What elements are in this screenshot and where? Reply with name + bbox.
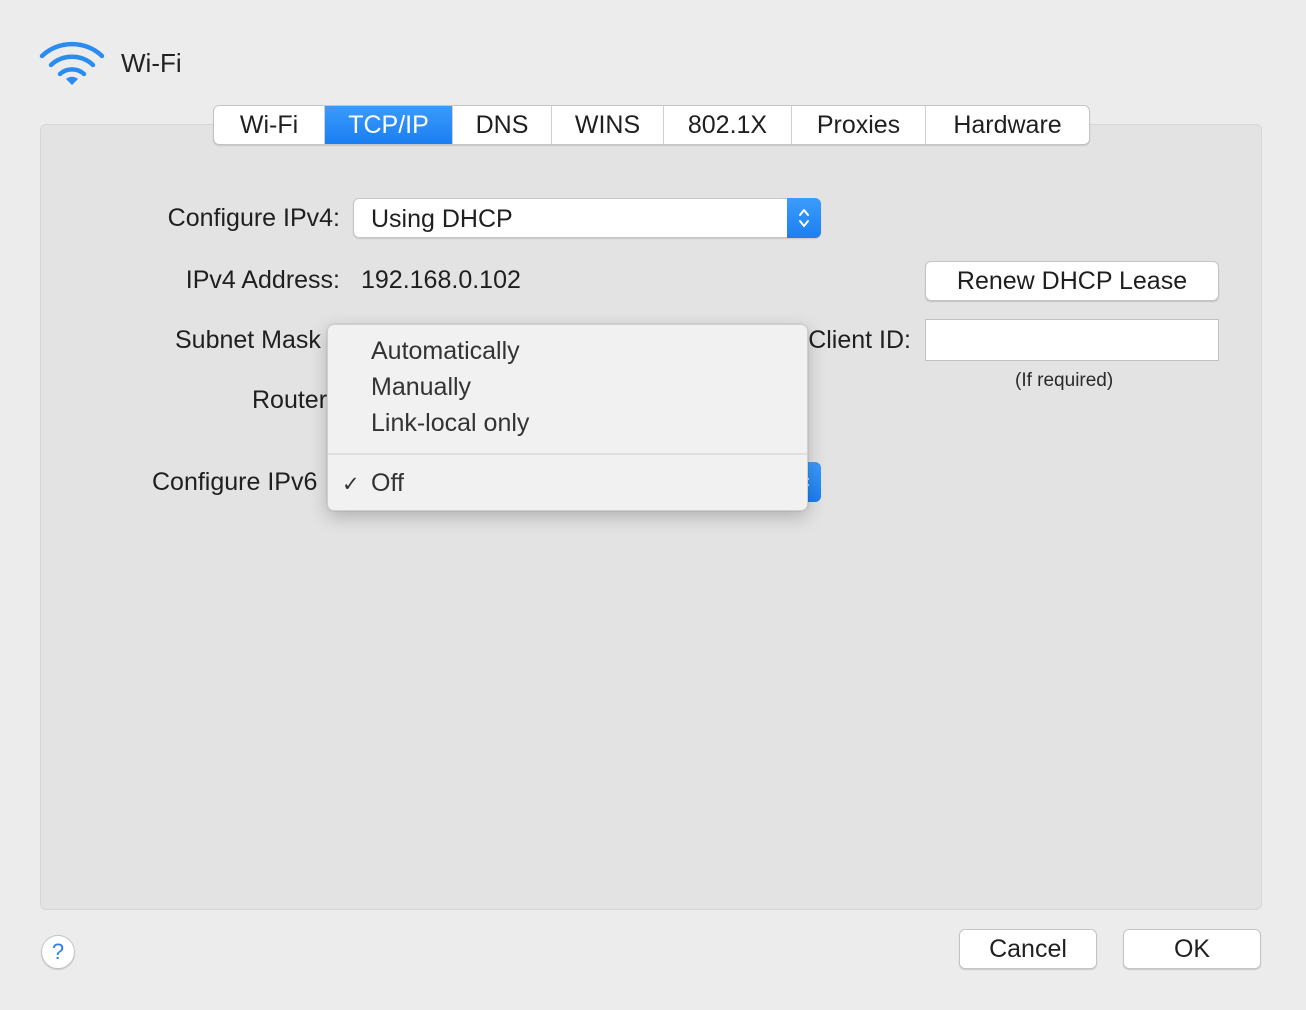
tab-bar: Wi-Fi TCP/IP DNS WINS 802.1X Proxies Har… bbox=[213, 105, 1090, 145]
checkmark-icon: ✓ bbox=[342, 473, 360, 496]
menu-item-link-local-only[interactable]: Link-local only bbox=[371, 409, 529, 438]
cancel-button[interactable]: Cancel bbox=[959, 929, 1097, 969]
configure-ipv6-label: Configure IPv6 bbox=[152, 468, 318, 496]
ipv4-address-label: IPv4 Address: bbox=[185, 266, 340, 294]
configure-ipv4-value: Using DHCP bbox=[371, 205, 513, 233]
help-button[interactable]: ? bbox=[41, 935, 75, 969]
router-label: Router bbox=[252, 386, 328, 414]
tab-tcpip[interactable]: TCP/IP bbox=[325, 106, 453, 144]
ok-button[interactable]: OK bbox=[1123, 929, 1261, 969]
client-id-field[interactable] bbox=[925, 319, 1219, 361]
wifi-icon bbox=[38, 38, 106, 88]
menu-item-automatically[interactable]: Automatically bbox=[371, 337, 520, 366]
settings-panel bbox=[40, 124, 1262, 910]
configure-ipv6-menu: Automatically Manually Link-local only ✓… bbox=[327, 324, 808, 511]
ipv4-address-value: 192.168.0.102 bbox=[361, 266, 521, 294]
tab-dns[interactable]: DNS bbox=[453, 106, 552, 144]
chevron-updown-icon bbox=[787, 198, 821, 238]
tab-wins[interactable]: WINS bbox=[552, 106, 664, 144]
window-title: Wi-Fi bbox=[121, 48, 182, 78]
tab-8021x[interactable]: 802.1X bbox=[664, 106, 792, 144]
tab-proxies[interactable]: Proxies bbox=[792, 106, 926, 144]
renew-dhcp-lease-button[interactable]: Renew DHCP Lease bbox=[925, 261, 1219, 301]
configure-ipv4-select[interactable]: Using DHCP bbox=[353, 198, 821, 238]
menu-separator bbox=[328, 453, 807, 455]
configure-ipv4-label: Configure IPv4: bbox=[167, 204, 340, 232]
subnet-mask-label: Subnet Mask bbox=[175, 326, 321, 354]
menu-item-off[interactable]: Off bbox=[371, 469, 404, 498]
menu-item-manually[interactable]: Manually bbox=[371, 373, 471, 402]
client-id-hint: (If required) bbox=[1015, 370, 1114, 391]
tab-hardware[interactable]: Hardware bbox=[926, 106, 1089, 144]
tab-wifi[interactable]: Wi-Fi bbox=[214, 106, 325, 144]
